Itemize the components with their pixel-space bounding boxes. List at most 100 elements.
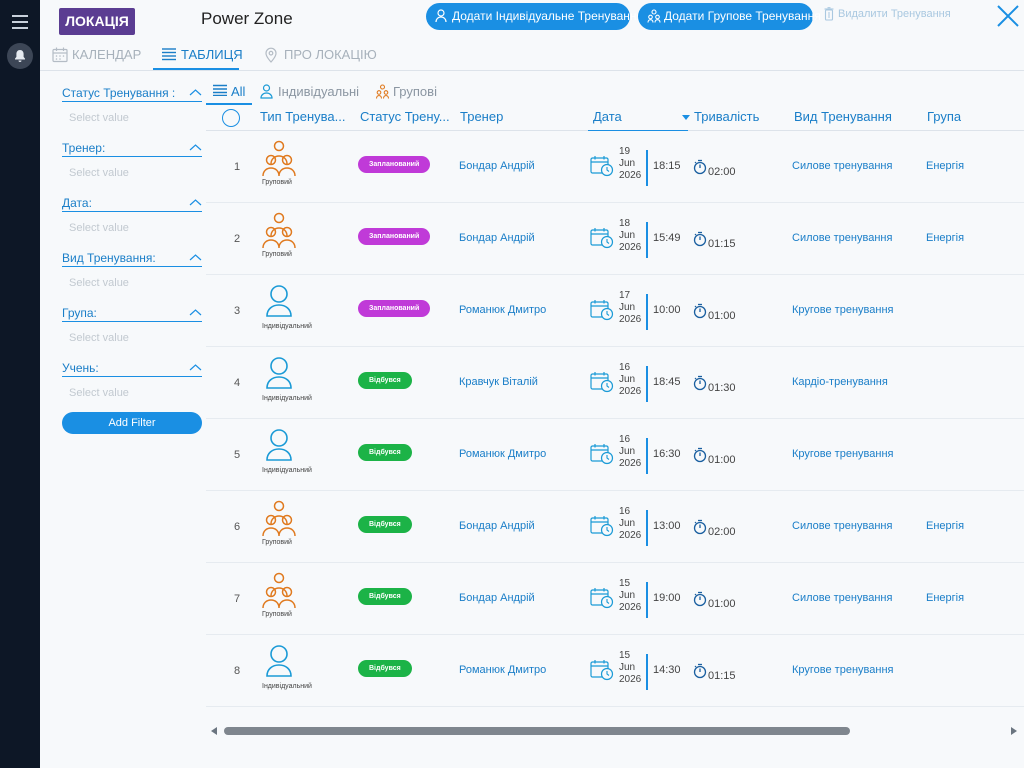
- trainer-link[interactable]: Бондар Андрій: [459, 520, 535, 532]
- table-row[interactable]: 7 Груповий Відбувся Бондар Андрій 15 Jun 2026 1…: [206, 563, 1024, 635]
- group-training-icon: [262, 500, 296, 537]
- scroll-left-arrow-icon[interactable]: [211, 727, 217, 735]
- filter-select[interactable]: Select value: [62, 267, 202, 289]
- subtab-group[interactable]: Групові: [375, 84, 437, 99]
- duration-icon: [693, 663, 707, 684]
- group-training-icon: [262, 572, 296, 609]
- table-row[interactable]: 5 Індивідуальний Відбувся Романюк Дмитро 16 J…: [206, 419, 1024, 491]
- trainer-link[interactable]: Бондар Андрій: [459, 592, 535, 604]
- subtab-group-label: Групові: [393, 84, 437, 99]
- date-day: 16: [619, 434, 631, 445]
- tab-table[interactable]: ТАБЛИЦЯ: [161, 47, 243, 62]
- training-kind-link[interactable]: Кругове тренування: [792, 664, 893, 676]
- trainer-link[interactable]: Бондар Андрій: [459, 160, 535, 172]
- training-kind-link[interactable]: Кругове тренування: [792, 304, 893, 316]
- group-icon: [375, 84, 390, 99]
- group-link[interactable]: Енергія: [926, 592, 964, 604]
- start-time: 18:15: [653, 160, 681, 172]
- calendar-clock-icon: [590, 228, 614, 249]
- filter-label[interactable]: Вид Тренування:: [62, 245, 202, 267]
- delete-training-button[interactable]: Видалити Тренування: [824, 7, 951, 21]
- duration-icon: [693, 303, 707, 324]
- calendar-clock-icon: [590, 156, 614, 177]
- chevron-up-icon[interactable]: [189, 89, 202, 96]
- date-block: 16 Jun 2026: [619, 362, 641, 398]
- filter-label[interactable]: Тренер:: [62, 135, 202, 157]
- table-row[interactable]: 8 Індивідуальний Відбувся Романюк Дмитро 15 J…: [206, 635, 1024, 707]
- duration-icon: [693, 375, 707, 396]
- training-kind-link[interactable]: Силове тренування: [792, 592, 892, 604]
- filter-label[interactable]: Учень:: [62, 355, 202, 377]
- notifications-button[interactable]: [7, 43, 33, 69]
- group-link[interactable]: Енергія: [926, 520, 964, 532]
- subtab-all[interactable]: All: [213, 84, 245, 99]
- column-header-type[interactable]: Тип Тренува...: [260, 109, 352, 124]
- horizontal-scrollbar[interactable]: [206, 722, 1024, 740]
- date-block: 16 Jun 2026: [619, 506, 641, 542]
- close-icon[interactable]: [996, 4, 1020, 28]
- add-filter-button[interactable]: Add Filter: [62, 412, 202, 434]
- filter-label[interactable]: Дата:: [62, 190, 202, 212]
- add-group-training-button[interactable]: Додати Групове Тренування: [638, 3, 821, 30]
- training-kind-link[interactable]: Силове тренування: [792, 160, 892, 172]
- tab-calendar[interactable]: КАЛЕНДАР: [52, 47, 141, 63]
- select-all-checkbox[interactable]: [222, 109, 240, 127]
- column-header-date[interactable]: Дата: [588, 109, 688, 131]
- date-month: Jun: [619, 518, 636, 529]
- add-group-training-label: Додати Групове Тренування: [664, 9, 821, 23]
- filter-select[interactable]: Select value: [62, 157, 202, 179]
- filter-label[interactable]: Група:: [62, 300, 202, 322]
- duration-icon: [693, 519, 707, 540]
- chevron-up-icon[interactable]: [189, 309, 202, 316]
- filter-select[interactable]: Select value: [62, 212, 202, 234]
- column-header-kind[interactable]: Вид Тренування: [794, 109, 892, 124]
- chevron-up-icon[interactable]: [189, 199, 202, 206]
- chevron-up-icon[interactable]: [189, 364, 202, 371]
- trainer-link[interactable]: Романюк Дмитро: [459, 664, 546, 676]
- column-header-duration[interactable]: Тривалість: [694, 109, 759, 124]
- trainer-link[interactable]: Кравчук Віталій: [459, 376, 538, 388]
- table-row[interactable]: 6 Груповий Відбувся Бондар Андрій 16 Jun 2026 1…: [206, 491, 1024, 563]
- filter-label[interactable]: Статус Тренування :: [62, 80, 202, 102]
- status-badge: Відбувся: [358, 372, 412, 389]
- group-link[interactable]: Енергія: [926, 160, 964, 172]
- table-row[interactable]: 3 Індивідуальний Запланований Романюк Дмитр…: [206, 275, 1024, 347]
- tab-about-location[interactable]: ПРО ЛОКАЦІЮ: [264, 47, 377, 63]
- duration-value: 01:30: [708, 382, 736, 394]
- trainer-link[interactable]: Романюк Дмитро: [459, 304, 546, 316]
- training-kind-link[interactable]: Кардіо-тренування: [792, 376, 888, 388]
- trainer-link[interactable]: Бондар Андрій: [459, 232, 535, 244]
- filter-select[interactable]: Select value: [62, 322, 202, 344]
- add-individual-training-button[interactable]: Додати Індивідуальне Тренування: [426, 3, 643, 30]
- column-header-trainer[interactable]: Тренер: [460, 109, 503, 124]
- date-divider: [646, 510, 648, 546]
- chevron-up-icon[interactable]: [189, 254, 202, 261]
- training-type-label: Груповий: [262, 539, 292, 546]
- date-month: Jun: [619, 230, 636, 241]
- column-header-status[interactable]: Статус Трену...: [360, 109, 450, 124]
- start-time: 18:45: [653, 376, 681, 388]
- table-row[interactable]: 4 Індивідуальний Відбувся Кравчук Віталій 16…: [206, 347, 1024, 419]
- trainer-link[interactable]: Романюк Дмитро: [459, 448, 546, 460]
- filter-select[interactable]: Select value: [62, 377, 202, 399]
- scrollbar-thumb[interactable]: [224, 727, 850, 735]
- training-kind-link[interactable]: Силове тренування: [792, 520, 892, 532]
- group-link[interactable]: Енергія: [926, 232, 964, 244]
- filter-select[interactable]: Select value: [62, 102, 202, 124]
- hamburger-menu-icon[interactable]: [12, 15, 28, 29]
- scroll-right-arrow-icon[interactable]: [1011, 727, 1017, 735]
- duration-icon: [693, 447, 707, 468]
- training-type-label: Груповий: [262, 611, 292, 618]
- training-kind-link[interactable]: Силове тренування: [792, 232, 892, 244]
- date-divider: [646, 438, 648, 474]
- sort-desc-icon[interactable]: [682, 115, 690, 120]
- subtab-individual[interactable]: Індивідуальні: [260, 84, 359, 99]
- chevron-up-icon[interactable]: [189, 144, 202, 151]
- duration-value: 02:00: [708, 166, 736, 178]
- training-kind-link[interactable]: Кругове тренування: [792, 448, 893, 460]
- table-row[interactable]: 2 Груповий Запланований Бондар Андрій 18 Jun 2…: [206, 203, 1024, 275]
- column-header-group[interactable]: Група: [927, 109, 961, 124]
- map-pin-icon: [265, 47, 277, 63]
- start-time: 13:00: [653, 520, 681, 532]
- table-row[interactable]: 1 Груповий Запланований Бондар Андрій 19 Jun 2…: [206, 131, 1024, 203]
